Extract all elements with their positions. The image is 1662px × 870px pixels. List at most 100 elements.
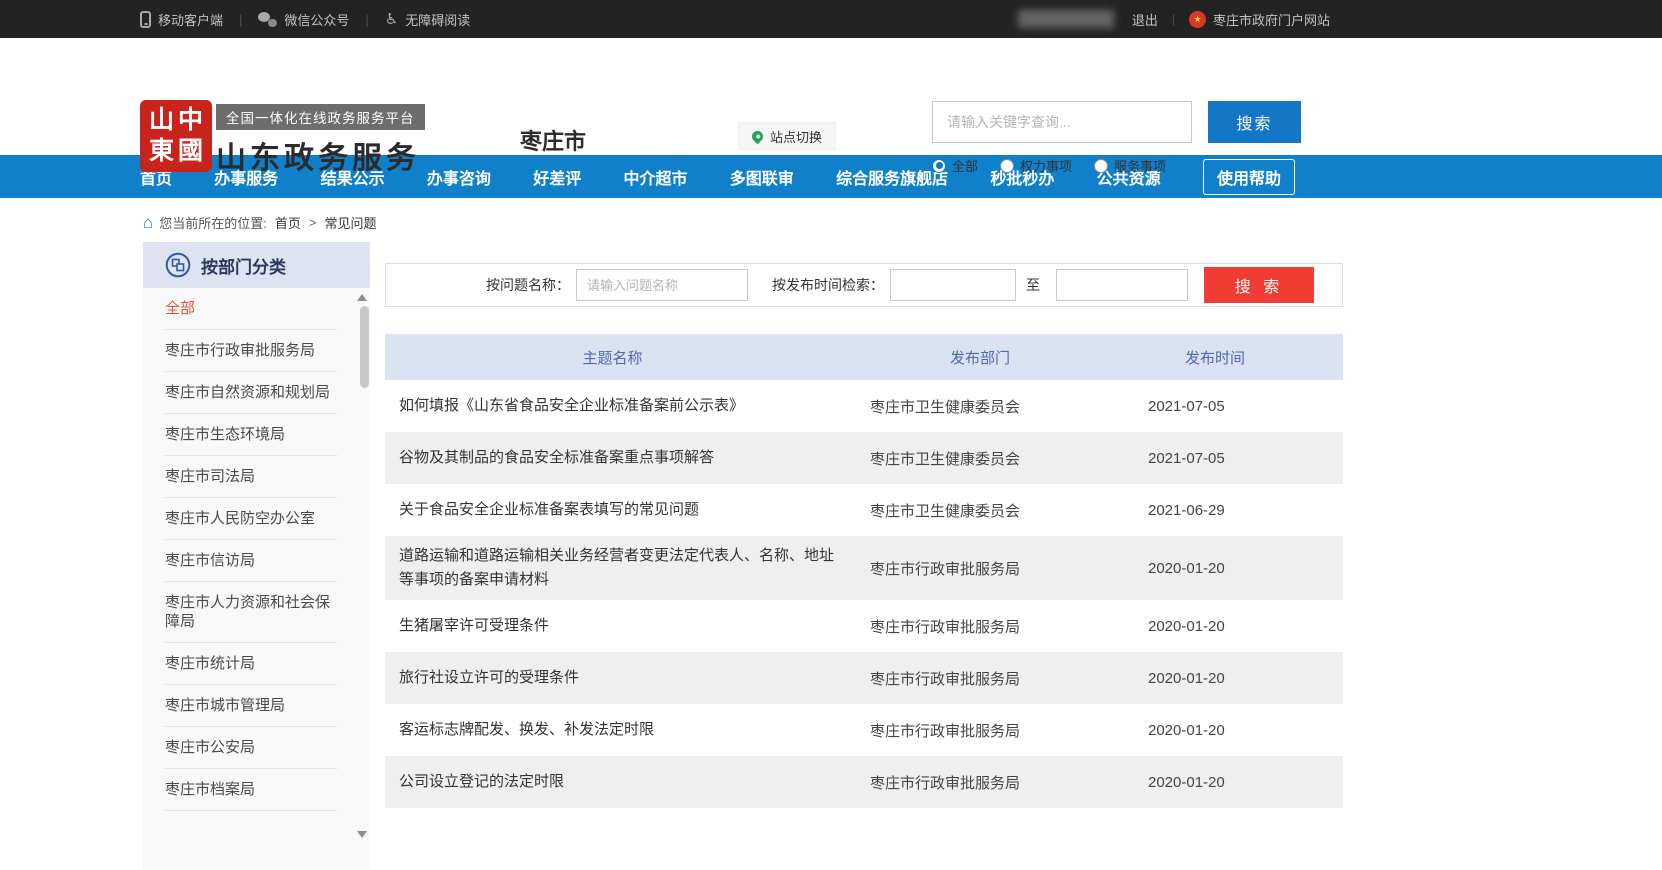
- divider: |: [1172, 12, 1175, 26]
- mobile-icon: [140, 11, 151, 28]
- sidebar-item[interactable]: 枣庄市行政审批服务局: [165, 330, 337, 372]
- portal-link[interactable]: 枣庄市政府门户网站: [1189, 10, 1330, 29]
- sidebar-list: 全部 枣庄市行政审批服务局 枣庄市自然资源和规划局 枣庄市生态环境局 枣庄市司法…: [143, 288, 370, 870]
- question-filter-bar: 按问题名称： 按发布时间检索： 至 搜 索: [385, 263, 1343, 307]
- table-header-row: 主题名称 发布部门 发布时间: [385, 334, 1343, 380]
- radio-icon[interactable]: [1000, 159, 1014, 173]
- table-row[interactable]: 关于食品安全企业标准备案表填写的常见问题 枣庄市卫生健康委员会 2021-06-…: [385, 484, 1343, 536]
- date-to-label: 至: [1026, 275, 1040, 295]
- search-scope-radio[interactable]: 全部: [932, 156, 978, 175]
- top-utility-bar: 移动客户端 微信公众号 无障碍阅读 退出 | 枣庄市政府门户网站: [0, 0, 1662, 38]
- sidebar-item[interactable]: 枣庄市自然资源和规划局: [165, 372, 337, 414]
- breadcrumb-home-link[interactable]: 首页: [275, 213, 301, 232]
- topbar-links: 移动客户端 微信公众号 无障碍阅读: [140, 10, 470, 29]
- sidebar-item[interactable]: 枣庄市城市管理局: [165, 685, 337, 727]
- logout-link[interactable]: 退出: [1132, 10, 1158, 29]
- table-row[interactable]: 公司设立登记的法定时限 枣庄市行政审批服务局 2020-01-20: [385, 756, 1343, 808]
- table-row[interactable]: 旅行社设立许可的受理条件 枣庄市行政审批服务局 2020-01-20: [385, 652, 1343, 704]
- row-title-link[interactable]: 公司设立登记的法定时限: [385, 770, 840, 794]
- sidebar-item[interactable]: 枣庄市公安局: [165, 727, 337, 769]
- sidebar-item[interactable]: 枣庄市人民防空办公室: [165, 498, 337, 540]
- row-title-link[interactable]: 道路运输和道路运输相关业务经营者变更法定代表人、名称、地址等事项的备案申请材料: [385, 544, 840, 592]
- search-scope-radio[interactable]: 权力事项: [1000, 156, 1072, 175]
- department-category-icon: [165, 252, 191, 278]
- row-date: 2020-01-20: [1120, 560, 1310, 577]
- table-body: 如何填报《山东省食品安全企业标准备案前公示表》 枣庄市卫生健康委员会 2021-…: [385, 380, 1343, 808]
- scroll-down-arrow-icon[interactable]: [357, 831, 367, 838]
- sidebar-item[interactable]: 枣庄市司法局: [165, 456, 337, 498]
- location-pin-icon: [750, 128, 766, 144]
- radio-icon[interactable]: [932, 159, 946, 173]
- filter-search-button[interactable]: 搜 索: [1204, 267, 1314, 303]
- site-header: 山 中 東 國 全国一体化在线政务服务平台 山东政务服务 枣庄市 站点切换 搜索…: [0, 38, 1662, 155]
- wechat-icon: [258, 12, 277, 27]
- sidebar-header: 按部门分类: [143, 242, 370, 288]
- row-department: 枣庄市卫生健康委员会: [840, 396, 1120, 417]
- row-department: 枣庄市行政审批服务局: [840, 772, 1120, 793]
- row-date: 2021-07-05: [1120, 450, 1310, 467]
- row-date: 2020-01-20: [1120, 618, 1310, 635]
- nav-item[interactable]: 使用帮助: [1203, 159, 1295, 195]
- breadcrumb-prefix: 您当前所在的位置:: [159, 213, 267, 232]
- accessibility-icon: [385, 12, 398, 27]
- nav-item[interactable]: 多图联审: [730, 165, 794, 189]
- question-name-input[interactable]: [576, 269, 748, 301]
- row-department: 枣庄市卫生健康委员会: [840, 500, 1120, 521]
- row-title-link[interactable]: 如何填报《山东省食品安全企业标准备案前公示表》: [385, 394, 840, 418]
- sidebar-item[interactable]: 枣庄市生态环境局: [165, 414, 337, 456]
- nav-item[interactable]: 中介超市: [623, 165, 687, 189]
- scrollbar-thumb[interactable]: [360, 306, 369, 388]
- site-title: 山东政务服务: [216, 133, 425, 177]
- row-title-link[interactable]: 关于食品安全企业标准备案表填写的常见问题: [385, 498, 840, 522]
- breadcrumb-current: 常见问题: [325, 213, 377, 232]
- breadcrumb-separator: >: [309, 215, 317, 230]
- scroll-up-arrow-icon[interactable]: [357, 294, 367, 301]
- date-to-input[interactable]: [1056, 269, 1188, 301]
- header-search-button[interactable]: 搜索: [1208, 101, 1301, 143]
- city-name: 枣庄市: [520, 124, 586, 156]
- date-from-input[interactable]: [890, 269, 1016, 301]
- site-switch-button[interactable]: 站点切换: [738, 122, 836, 150]
- name-filter-label: 按问题名称：: [486, 275, 570, 295]
- nav-item[interactable]: 办事咨询: [427, 165, 491, 189]
- sidebar-item[interactable]: 枣庄市人力资源和社会保障局: [165, 582, 337, 643]
- row-title-link[interactable]: 旅行社设立许可的受理条件: [385, 666, 840, 690]
- row-title-link[interactable]: 客运标志牌配发、换发、补发法定时限: [385, 718, 840, 742]
- table-row[interactable]: 谷物及其制品的食品安全标准备案重点事项解答 枣庄市卫生健康委员会 2021-07…: [385, 432, 1343, 484]
- row-department: 枣庄市行政审批服务局: [840, 558, 1120, 579]
- sidebar-item[interactable]: 枣庄市信访局: [165, 540, 337, 582]
- table-row[interactable]: 客运标志牌配发、换发、补发法定时限 枣庄市行政审批服务局 2020-01-20: [385, 704, 1343, 756]
- platform-badge: 全国一体化在线政务服务平台: [216, 104, 425, 130]
- column-header-date: 发布时间: [1120, 347, 1310, 368]
- row-date: 2020-01-20: [1120, 722, 1310, 739]
- sidebar-title: 按部门分类: [201, 253, 286, 278]
- topbar-link[interactable]: 微信公众号: [223, 10, 349, 29]
- row-department: 枣庄市行政审批服务局: [840, 668, 1120, 689]
- date-filter-label: 按发布时间检索：: [772, 275, 884, 295]
- search-scope-radios: 全部 权力事项 服务事项: [932, 156, 1188, 175]
- search-scope-radio[interactable]: 服务事项: [1094, 156, 1166, 175]
- topbar-link[interactable]: 移动客户端: [140, 10, 223, 29]
- table-row[interactable]: 道路运输和道路运输相关业务经营者变更法定代表人、名称、地址等事项的备案申请材料 …: [385, 536, 1343, 600]
- row-date: 2020-01-20: [1120, 670, 1310, 687]
- topbar-link[interactable]: 无障碍阅读: [349, 10, 470, 29]
- row-department: 枣庄市行政审批服务局: [840, 616, 1120, 637]
- row-title-link[interactable]: 谷物及其制品的食品安全标准备案重点事项解答: [385, 446, 840, 470]
- main-panel: 按问题名称： 按发布时间检索： 至 搜 索 主题名称 发布部门 发布时间 如何填…: [385, 242, 1343, 870]
- table-row[interactable]: 生猪屠宰许可受理条件 枣庄市行政审批服务局 2020-01-20: [385, 600, 1343, 652]
- department-sidebar: 按部门分类 全部 枣庄市行政审批服务局 枣庄市自然资源和规划局 枣庄市生态环境局…: [143, 242, 370, 870]
- keyword-search-input[interactable]: [932, 101, 1192, 143]
- breadcrumb: 您当前所在的位置: 首页 > 常见问题: [143, 213, 1662, 232]
- radio-icon[interactable]: [1094, 159, 1108, 173]
- table-row[interactable]: 如何填报《山东省食品安全企业标准备案前公示表》 枣庄市卫生健康委员会 2021-…: [385, 380, 1343, 432]
- sidebar-item[interactable]: 全部: [165, 288, 337, 330]
- column-header-dept: 发布部门: [840, 347, 1120, 368]
- sidebar-item[interactable]: 枣庄市统计局: [165, 643, 337, 685]
- faq-table: 主题名称 发布部门 发布时间 如何填报《山东省食品安全企业标准备案前公示表》 枣…: [385, 334, 1343, 808]
- nav-item[interactable]: 好差评: [533, 165, 581, 189]
- column-header-title: 主题名称: [385, 347, 840, 368]
- shandong-seal-logo: 山 中 東 國: [140, 100, 212, 172]
- row-title-link[interactable]: 生猪屠宰许可受理条件: [385, 614, 840, 638]
- sidebar-item[interactable]: 枣庄市档案局: [165, 769, 337, 811]
- row-date: 2021-06-29: [1120, 502, 1310, 519]
